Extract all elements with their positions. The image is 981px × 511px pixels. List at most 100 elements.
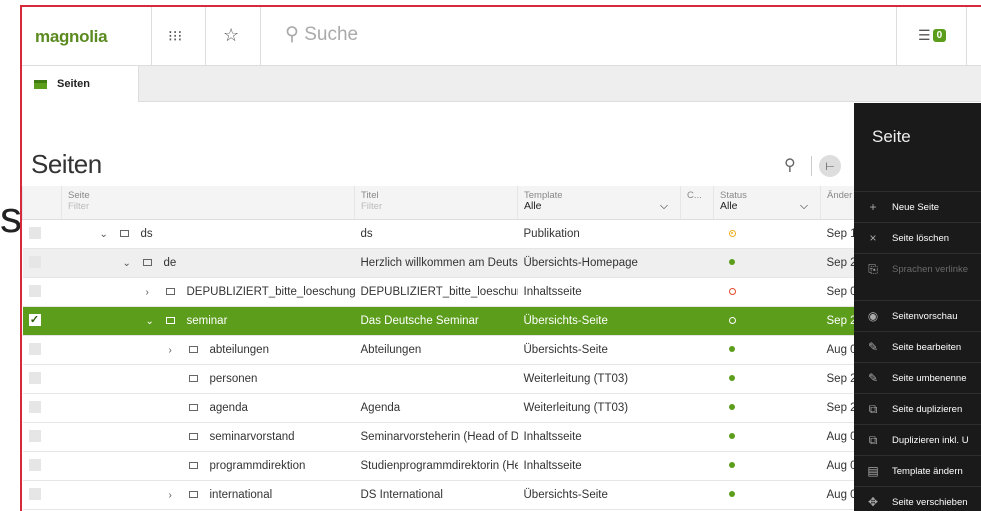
template-filter-select[interactable]: Alle ⌵ [524,201,674,212]
row-checkbox[interactable] [28,459,41,472]
status-filter-select[interactable]: Alle ⌵ [720,201,814,212]
page-icon [188,374,198,382]
tree-toggle-icon[interactable]: ⌄ [146,316,166,327]
column-toggle-icon[interactable]: ⊢ [819,155,841,177]
action-template-ändern[interactable]: ▤ Template ändern [854,455,981,486]
tree-toggle-icon[interactable]: ⌄ [123,258,143,269]
status-cell [713,480,821,510]
tree-toggle-icon[interactable]: › [169,490,189,501]
template-cell: Übersichts-Homepage [517,248,681,278]
template-cell: Inhaltsseite [517,451,681,481]
magnolia-logo[interactable]: magnolia [35,27,108,47]
seite-filter[interactable]: Filter [68,201,348,212]
page-name: agenda [209,401,248,414]
row-checkbox[interactable] [28,343,41,356]
action-seitenvorschau[interactable]: ◉ Seitenvorschau [854,300,981,331]
action-label: Template ändern [892,465,963,477]
row-checkbox-cell[interactable] [22,248,62,278]
tab-seiten[interactable]: Seiten [22,66,139,102]
template-cell: Publikation [517,219,681,249]
template-cell: Übersichts-Seite [517,480,681,510]
search-placeholder: Suche [304,24,359,45]
row-checkbox[interactable] [28,488,41,501]
status-published-icon [728,346,735,353]
row-checkbox[interactable] [28,401,41,414]
table-row[interactable]: ⌄ ds ds Publikation Sep 1 [22,219,981,249]
action-icon: ⧉ [868,401,878,416]
tree-toggle-icon[interactable]: ⌄ [100,229,120,240]
page-name-cell[interactable]: › abteilungen [61,335,355,365]
action-neue-seite[interactable]: + Neue Seite [854,191,981,222]
row-checkbox[interactable] [28,227,41,240]
status-unpublished-icon [728,287,736,295]
status-published-icon [728,259,735,266]
row-checkbox-cell[interactable] [22,451,62,481]
row-checkbox[interactable]: ✓ [28,314,41,327]
titel-filter[interactable]: Filter [361,201,511,212]
action-seite-duplizieren[interactable]: ⧉ Seite duplizieren [854,393,981,424]
action-panel: Seite + Neue Seite × Seite löschen ⎘ Sprachen… [854,103,981,511]
row-checkbox-cell[interactable] [22,219,62,249]
action-icon: ⧉ [868,432,878,447]
column-header-template[interactable]: Template Alle ⌵ [517,186,681,220]
row-checkbox[interactable] [28,372,41,385]
page-name-cell[interactable]: ⌄ de [61,248,355,278]
app-launcher-icon[interactable]: ⁝⁝⁝ [168,27,182,45]
column-header-seite[interactable]: Seite Filter [61,186,355,220]
table-row[interactable]: ⌄ de Herzlich willkommen am Deutsc Übersich… [22,248,981,278]
template-cell: Inhaltsseite [517,422,681,452]
action-label: Seite umbenenne [892,372,967,384]
page-name-cell[interactable]: personen [61,364,355,394]
table-row[interactable]: › DEPUBLIZIERT_bitte_loeschung_angehDEPUB… [22,277,981,307]
table-row[interactable]: seminarvorstand Seminarvorsteherin (Head … [22,422,981,452]
table-row[interactable]: ✓ ⌄ seminar Das Deutsche Seminar Übersichts-… [22,306,981,336]
action-seite-verschieben[interactable]: ✥ Seite verschieben [854,486,981,511]
status-cell [713,364,821,394]
tree-toggle-icon[interactable]: › [169,345,189,356]
row-checkbox-cell[interactable] [22,480,62,510]
status-published-icon [728,491,735,498]
row-checkbox[interactable] [28,285,41,298]
action-seite-bearbeiten[interactable]: ✎ Seite bearbeiten [854,331,981,362]
table-row[interactable]: › abteilungen Abteilungen Übersichts-Seite A… [22,335,981,365]
favorites-star-icon[interactable]: ☆ [223,25,239,46]
row-checkbox-cell[interactable] [22,277,62,307]
tree-toggle-icon[interactable]: › [146,287,166,298]
table-row[interactable]: › international DS International Übersichts… [22,480,981,510]
status-unpublished-icon [728,316,736,324]
table-search-icon[interactable]: ⚲ [784,155,796,175]
page-name-cell[interactable]: ⌄ ds [61,219,355,249]
page-name-cell[interactable]: › DEPUBLIZIERT_bitte_loeschung_angeh [61,277,355,307]
row-checkbox-cell[interactable] [22,393,62,423]
column-header-c[interactable]: C... [680,186,714,220]
action-label: Seite löschen [892,232,950,244]
template-cell: Weiterleitung (TT03) [517,364,681,394]
row-checkbox-cell[interactable] [22,335,62,365]
column-header-status[interactable]: Status Alle ⌵ [713,186,821,220]
page-name: programmdirektion [209,459,306,472]
action-duplizieren-inkl-u[interactable]: ⧉ Duplizieren inkl. U [854,424,981,455]
search-field[interactable]: ⚲ Suche [285,23,358,46]
page-icon [188,461,198,469]
column-header-titel[interactable]: Titel Filter [354,186,518,220]
row-checkbox[interactable] [28,430,41,443]
row-checkbox-cell[interactable] [22,422,62,452]
table-row[interactable]: personen Weiterleitung (TT03) Sep 2 [22,364,981,394]
table-row[interactable]: programmdirektion Studienprogrammdirektor… [22,451,981,481]
chevron-down-icon: ⌵ [660,200,668,212]
page-title-cell: ds [354,219,518,249]
page-name-cell[interactable]: seminarvorstand [61,422,355,452]
page-name-cell[interactable]: agenda [61,393,355,423]
row-checkbox-cell[interactable]: ✓ [22,306,62,336]
page-name-cell[interactable]: ⌄ seminar [61,306,355,336]
tasks-button[interactable]: ☰ 0 [918,27,947,44]
page-name-cell[interactable]: programmdirektion [61,451,355,481]
action-seite-umbenenne[interactable]: ✎ Seite umbenenne [854,362,981,393]
action-panel-title: Seite [872,127,911,146]
page-name-cell[interactable]: › international [61,480,355,510]
row-checkbox-cell[interactable] [22,364,62,394]
action-seite-löschen[interactable]: × Seite löschen [854,222,981,253]
table-row[interactable]: agenda Agenda Weiterleitung (TT03) Sep 2 [22,393,981,423]
row-checkbox[interactable] [28,256,41,269]
page-name: abteilungen [209,343,269,356]
